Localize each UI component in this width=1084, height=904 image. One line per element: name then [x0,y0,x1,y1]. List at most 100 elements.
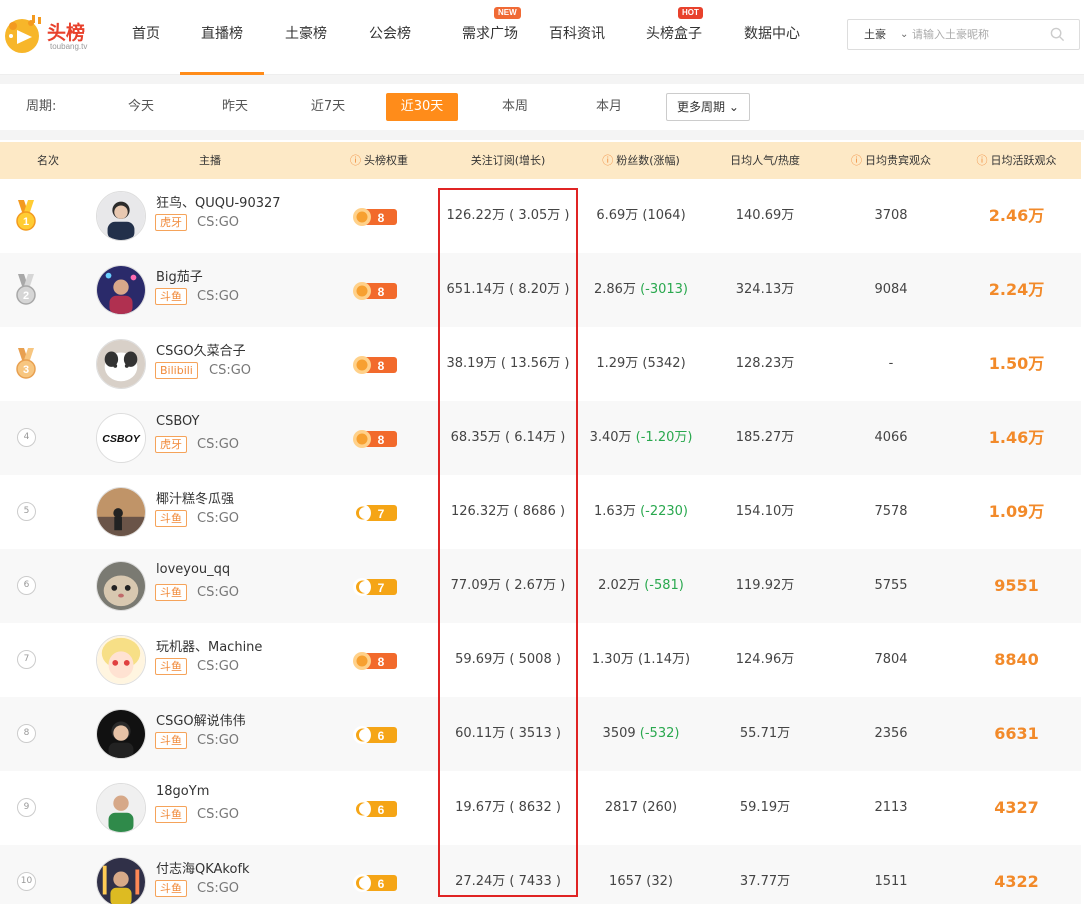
rank-number: 3 [23,364,29,376]
period-option-4[interactable]: 近30天 [386,93,458,121]
search-icon[interactable] [1050,27,1065,42]
popularity-cell: 324.13万 [735,282,795,297]
nav-item-4[interactable]: 公会榜 [354,0,426,75]
fans-delta: (-2230) [640,504,688,519]
follow-cell: 651.14万 ( 8.20万 ) [446,282,570,297]
streamer-name[interactable]: CSGO解说伟伟 [156,710,246,729]
game-category: CS:GO [197,289,240,304]
search-input[interactable] [912,25,1047,44]
rank-number: 8 [17,724,36,743]
column-header-3[interactable]: ⓘ 头榜权重 [324,142,434,179]
top-header: 头榜 toubang.tv 首页 直播榜 土豪榜 公会榜 需求广场 NEW 百科资讯 头榜盒子… [0,0,1084,75]
streamer-name[interactable]: 狂鸟、QUQU-90327 [156,192,281,211]
table-row[interactable]: 3 CSGO久菜合子 Bilibili CS:GO 8 38.19万 ( 13.56… [0,327,1081,401]
vip-viewers-cell: 2356 [874,726,908,741]
avatar[interactable]: CSBOY [96,413,146,463]
table-header: 名次 主播 ⓘ 头榜权重 关注订阅(增长) ⓘ 粉丝数(涨幅) 日均人气/热度 ⓘ 日均贵宾观众 ⓘ… [0,142,1081,179]
weight-value: 8 [378,655,385,669]
period-option-2[interactable]: 昨天 [206,93,264,121]
avatar[interactable] [96,635,146,685]
search-type-select[interactable]: 土豪 [864,20,886,49]
active-viewers-cell: 2.24万 [988,280,1045,299]
nav-item-6[interactable]: 百科资讯 [540,0,614,75]
weight-value: 7 [378,507,385,521]
avatar[interactable] [96,487,146,537]
streamer-name[interactable]: 玩机器、Machine [156,636,262,655]
chevron-down-icon[interactable]: ⌄ [900,20,908,49]
nav-item-label: 土豪榜 [285,26,327,42]
column-header-8[interactable]: ⓘ 日均活跃观众 [952,142,1081,179]
info-icon[interactable]: ⓘ [350,154,361,167]
info-icon[interactable]: ⓘ [851,154,862,167]
avatar[interactable] [96,339,146,389]
vip-viewers-cell: 5755 [874,578,908,593]
weight-value: 8 [378,211,385,225]
column-header-1[interactable]: 名次 [0,142,96,179]
avatar[interactable] [96,265,146,315]
period-option-1[interactable]: 今天 [112,93,170,121]
table-row[interactable]: 7 玩机器、Machine 斗鱼 CS:GO 8 59.69万 ( 5008 ) 1.3… [0,623,1081,697]
popularity-cell: 124.96万 [735,652,795,667]
streamer-name[interactable]: CSGO久菜合子 [156,340,246,359]
column-header-label: 粉丝数(涨幅) [616,154,680,167]
streamer-name[interactable]: 椰汁糕冬瓜强 [156,488,234,507]
vip-viewers-cell: 1511 [874,874,908,889]
avatar[interactable] [96,709,146,759]
column-header-label: 主播 [199,154,221,167]
info-icon[interactable]: ⓘ [602,154,613,167]
nav-item-label: 直播榜 [201,26,243,42]
nav-item-2[interactable]: 直播榜 [180,0,264,75]
platform-tag: 斗鱼 [155,880,187,897]
avatar[interactable] [96,783,146,833]
site-logo[interactable]: 头榜 toubang.tv [2,10,94,58]
rank-number: 5 [17,502,36,521]
column-header-2[interactable]: 主播 [96,142,324,179]
avatar[interactable] [96,191,146,241]
nav-item-label: 首页 [132,26,160,42]
streamer-name[interactable]: 18goYm [156,784,209,799]
giraffe-mascot-icon [5,15,41,53]
streamer-name[interactable]: loveyou_qq [156,562,230,577]
column-header-label: 名次 [37,154,59,167]
streamer-name[interactable]: CSBOY [156,414,199,429]
column-header-label: 日均贵宾观众 [865,154,931,167]
fans-cell: 2.86万 (-3013) [582,253,700,327]
vip-viewers-cell: 7804 [874,652,908,667]
fans-cell: 3.40万 (-1.20万) [582,401,700,475]
nav-item-7[interactable]: 头榜盒子 HOT [634,0,714,75]
table-row[interactable]: 9 18goYm 斗鱼 CS:GO 6 19.67万 ( 8632 ) 2817 (26… [0,771,1081,845]
streamer-name[interactable]: 付志海QKAkofk [156,858,250,877]
weight-value: 6 [378,729,385,743]
info-icon[interactable]: ⓘ [977,154,988,167]
fans-cell: 1.30万 (1.14万) [591,652,691,667]
column-header-7[interactable]: ⓘ 日均贵宾观众 [830,142,952,179]
period-option-3[interactable]: 近7天 [298,93,358,121]
platform-tag: 斗鱼 [155,658,187,675]
active-viewers-cell: 9551 [994,576,1039,595]
nav-item-5[interactable]: 需求广场 NEW [440,0,540,75]
table-row[interactable]: 10 付志海QKAkofk 斗鱼 CS:GO 6 27.24万 ( 7433 ) 165… [0,845,1081,904]
nav-item-1[interactable]: 首页 [110,0,182,75]
avatar[interactable] [96,561,146,611]
platform-tag: Bilibili [155,362,198,379]
table-row[interactable]: 5 椰汁糕冬瓜强 斗鱼 CS:GO 7 126.32万 ( 8686 ) 1.63万 (… [0,475,1081,549]
column-header-5[interactable]: ⓘ 粉丝数(涨幅) [582,142,700,179]
popularity-cell: 119.92万 [735,578,795,593]
avatar[interactable] [96,857,146,904]
column-header-4[interactable]: 关注订阅(增长) [434,142,582,179]
sun-weight-icon: 8 [353,282,397,300]
streamer-name[interactable]: Big茄子 [156,266,203,285]
table-row[interactable]: 2 Big茄子 斗鱼 CS:GO 8 651.14万 ( 8.20万 ) 2.86万 … [0,253,1081,327]
popularity-cell: 185.27万 [735,430,795,445]
table-row[interactable]: 1 狂鸟、QUQU-90327 虎牙 CS:GO 8 126.22万 ( 3.05万… [0,179,1081,253]
table-row[interactable]: 6 loveyou_qq 斗鱼 CS:GO 7 77.09万 ( 2.67万 ) 2.0… [0,549,1081,623]
more-periods-dropdown[interactable]: 更多周期 ⌄ [666,93,750,121]
table-row[interactable]: 8 CSGO解说伟伟 斗鱼 CS:GO 6 60.11万 ( 3513 ) 3509 (… [0,697,1081,771]
period-option-5[interactable]: 本周 [486,93,544,121]
table-row[interactable]: 4 CSBOY CSBOY 虎牙 CS:GO 8 68.35万 ( 6.14万 ) 3.4… [0,401,1081,475]
nav-item-8[interactable]: 数据中心 [732,0,812,75]
nav-item-3[interactable]: 土豪榜 [270,0,342,75]
period-option-6[interactable]: 本月 [580,93,638,121]
weight-value: 8 [378,285,385,299]
column-header-6[interactable]: 日均人气/热度 [700,142,830,179]
